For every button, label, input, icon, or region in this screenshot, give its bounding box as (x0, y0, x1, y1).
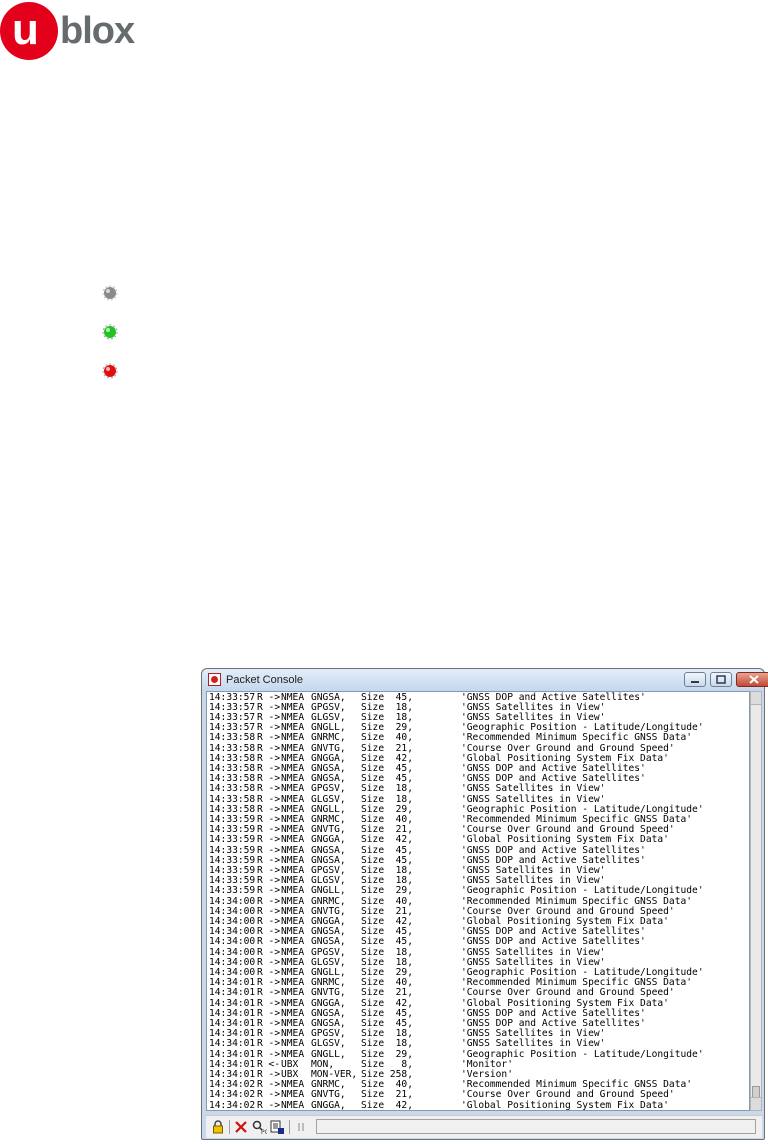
gray-led-icon (102, 285, 118, 301)
log-protocol: NMEA (281, 783, 305, 795)
log-protocol: NMEA (281, 936, 305, 948)
log-description: 'Course Over Ground and Ground Speed' (461, 987, 675, 999)
clear-icon[interactable] (233, 1119, 249, 1135)
logo-text: blox (60, 10, 135, 52)
lock-icon[interactable] (210, 1119, 226, 1135)
log-protocol: NMEA (281, 732, 305, 744)
log-description: 'GNSS Satellites in View' (461, 1038, 606, 1050)
window-title: Packet Console (226, 674, 304, 686)
log-protocol: NMEA (281, 1038, 305, 1050)
log-direction: R -> (257, 885, 281, 897)
console-toolbar: PC (206, 1115, 762, 1138)
log-message: GNRMC, (311, 732, 346, 744)
svg-text:PC: PC (261, 1129, 267, 1135)
ublox-logo: u blox (0, 0, 150, 60)
toolbar-separator (229, 1120, 230, 1134)
log-message: GNGGA, (311, 1099, 346, 1111)
log-description: 'Recommended Minimum Specific GNSS Data' (461, 732, 693, 744)
minimize-icon (691, 681, 699, 683)
log-description: 'Global Positioning System Fix Data' (461, 834, 669, 846)
log-time: 14:33:59 (209, 834, 256, 846)
log-direction: R -> (257, 1099, 281, 1111)
green-led-icon (102, 324, 118, 340)
packet-console-window: Packet Console 14:33:57 R -> NMEA GNGSA, Siz… (201, 668, 768, 1140)
log-protocol: NMEA (281, 1089, 305, 1101)
log-size: Size 45, (361, 936, 413, 948)
log-message: GNVTG, (311, 1089, 346, 1101)
title-bar[interactable]: Packet Console (202, 669, 768, 691)
packet-log[interactable]: 14:33:57 R -> NMEA GNGSA, Size 45, 'GNSS DOP … (206, 691, 750, 1111)
log-time: 14:33:59 (209, 885, 256, 897)
log-time: 14:33:58 (209, 783, 256, 795)
log-description: 'GNSS Satellites in View' (461, 783, 606, 795)
close-button[interactable] (736, 672, 768, 687)
log-message: GNGGA, (311, 834, 346, 846)
log-direction: R -> (257, 936, 281, 948)
log-description: 'Global Positioning System Fix Data' (461, 1099, 669, 1111)
log-size: Size 29, (361, 885, 413, 897)
app-icon (208, 673, 221, 686)
log-size: Size 40, (361, 732, 413, 744)
log-size: Size 42, (361, 1099, 413, 1111)
log-size: Size 42, (361, 834, 413, 846)
save-log-icon[interactable] (269, 1119, 285, 1135)
minimize-button[interactable] (684, 672, 706, 687)
log-size: Size 18, (361, 783, 413, 795)
log-size: Size 21, (361, 987, 413, 999)
vertical-scrollbar[interactable] (750, 691, 762, 1111)
close-icon (749, 675, 759, 684)
logo-u: u (12, 5, 39, 54)
log-protocol: NMEA (281, 885, 305, 897)
scroll-up-button[interactable] (751, 692, 761, 705)
log-direction: R -> (257, 987, 281, 999)
log-message: GNVTG, (311, 987, 346, 999)
log-protocol: NMEA (281, 987, 305, 999)
log-direction: R -> (257, 834, 281, 846)
log-size: Size 18, (361, 1038, 413, 1050)
toolbar-separator (289, 1120, 290, 1134)
log-protocol: NMEA (281, 834, 305, 846)
log-protocol: NMEA (281, 1099, 305, 1111)
log-time: 14:34:01 (209, 1038, 256, 1050)
log-message: GPGSV, (311, 783, 346, 795)
log-direction: R -> (257, 1089, 281, 1101)
status-field (316, 1119, 756, 1134)
log-direction: R -> (257, 783, 281, 795)
log-time: 14:34:01 (209, 987, 256, 999)
log-description: 'Course Over Ground and Ground Speed' (461, 1089, 675, 1101)
log-message: GNGSA, (311, 936, 346, 948)
log-size: Size 21, (361, 1089, 413, 1101)
log-description: 'Geographic Position - Latitude/Longitud… (461, 885, 704, 897)
log-time: 14:34:02 (209, 1099, 256, 1111)
scroll-down-button[interactable] (751, 1097, 761, 1110)
log-direction: R -> (257, 1038, 281, 1050)
filter-icon[interactable]: PC (251, 1119, 267, 1135)
maximize-button[interactable] (710, 672, 732, 687)
log-message: GLGSV, (311, 1038, 346, 1050)
log-description: 'GNSS DOP and Active Satellites' (461, 936, 646, 948)
red-led-icon (102, 363, 118, 379)
maximize-icon (716, 675, 726, 684)
log-message: GNGLL, (311, 885, 346, 897)
log-time: 14:33:58 (209, 732, 256, 744)
pause-icon[interactable] (293, 1119, 309, 1135)
log-time: 14:34:02 (209, 1089, 256, 1101)
log-time: 14:34:00 (209, 936, 256, 948)
log-direction: R -> (257, 732, 281, 744)
